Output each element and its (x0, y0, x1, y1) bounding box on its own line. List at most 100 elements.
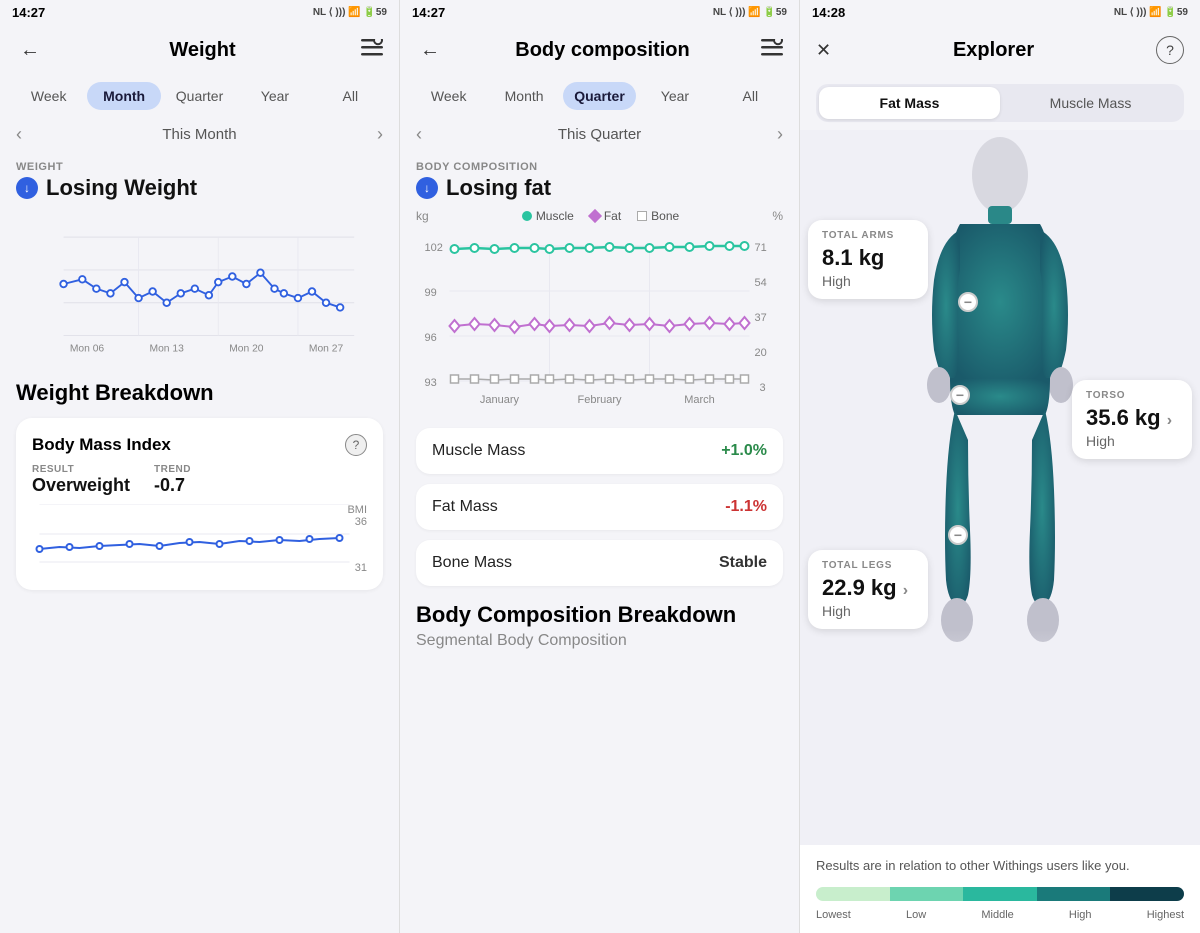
chart-legend: kg Muscle Fat Bone % (400, 209, 799, 231)
legend-muscle-label: Muscle (536, 209, 574, 223)
weight-breakdown: Weight Breakdown Body Mass Index ? RESUL… (0, 364, 399, 606)
body-comp-section-label: BODY COMPOSITION (400, 153, 799, 175)
arms-minus-dot: − (958, 292, 978, 312)
muscle-mass-label: Muscle Mass (432, 442, 525, 460)
legend-low: Low (906, 909, 926, 921)
page-title-1: Weight (56, 39, 349, 62)
weight-trend: ↓ Losing Weight (0, 175, 399, 209)
tab-year-1[interactable]: Year (238, 82, 311, 110)
torso-status: High (1086, 433, 1178, 449)
nav-next-1[interactable]: › (377, 124, 383, 145)
nav-label-1: This Month (162, 126, 236, 143)
period-tabs-1: Week Month Quarter Year All (0, 76, 399, 116)
svg-text:96: 96 (425, 332, 437, 344)
tab-all-2[interactable]: All (714, 82, 787, 110)
arms-card: TOTAL ARMS 8.1 kg High (808, 220, 928, 299)
bone-mass-value: Stable (719, 554, 767, 572)
weight-chart: Mon 06 Mon 13 Mon 20 Mon 27 (0, 209, 399, 364)
mass-items: Muscle Mass +1.0% Fat Mass -1.1% Bone Ma… (400, 428, 799, 586)
bmi-trend-value: -0.7 (154, 475, 191, 496)
svg-text:January: January (480, 394, 520, 406)
period-tabs-2: Week Month Quarter Year All (400, 76, 799, 116)
close-button[interactable]: ✕ (816, 40, 831, 61)
menu-button-2[interactable] (761, 39, 783, 62)
bmi-chart: BMI 36 31 (32, 504, 367, 574)
bone-legend-square (637, 211, 647, 221)
explorer-tabs: Fat Mass Muscle Mass (816, 84, 1184, 122)
nav-prev-2[interactable]: ‹ (416, 124, 422, 145)
trend-text-2: Losing fat (446, 175, 551, 201)
tab-year-2[interactable]: Year (638, 82, 711, 110)
scroll-area-2[interactable]: ‹ This Quarter › BODY COMPOSITION ↓ Losi… (400, 116, 799, 933)
bmi-card-header: Body Mass Index ? (32, 434, 367, 456)
segmental-label: Segmental Body Composition (416, 632, 783, 658)
bone-mass-label: Bone Mass (432, 554, 512, 572)
tab-quarter-2[interactable]: Quarter (563, 82, 636, 110)
back-button-2[interactable]: ← (416, 35, 444, 66)
comp-chart: 102 99 96 93 71 54 37 20 3 (400, 231, 799, 416)
status-icons-3: NL ⟨ ))) 📶 🔋59 (1114, 7, 1188, 18)
breakdown-title-1: Weight Breakdown (16, 380, 383, 406)
weight-panel: 14:27 NL ⟨ ))) 📶 🔋59 ← Weight Week Month… (0, 0, 400, 933)
svg-text:3: 3 (760, 382, 766, 394)
navigator-1: ‹ This Month › (0, 116, 399, 153)
page-title-3: Explorer (843, 39, 1144, 62)
tab-month-2[interactable]: Month (487, 82, 560, 110)
bmi-result-label: RESULT (32, 464, 130, 475)
status-icons-2: NL ⟨ ))) 📶 🔋59 (713, 7, 787, 18)
fat-mass-value: -1.1% (725, 498, 767, 516)
legs-value: 22.9 kg › (822, 575, 914, 601)
weight-section-label: WEIGHT (0, 153, 399, 175)
legs-card[interactable]: TOTAL LEGS 22.9 kg › High (808, 550, 928, 629)
tab-month-1[interactable]: Month (87, 82, 160, 110)
header-1: ← Weight (0, 24, 399, 76)
svg-text:Mon 27: Mon 27 (309, 344, 344, 355)
bone-mass-item: Bone Mass Stable (416, 540, 783, 586)
trend-text-1: Losing Weight (46, 175, 197, 201)
tab-muscle-mass[interactable]: Muscle Mass (1000, 87, 1181, 119)
bmi-help-button[interactable]: ? (345, 434, 367, 456)
body-composition-panel: 14:27 NL ⟨ ))) 📶 🔋59 ← Body composition … (400, 0, 800, 933)
svg-text:99: 99 (425, 287, 437, 299)
menu-button-1[interactable] (361, 39, 383, 62)
legend-bone: Bone (637, 209, 679, 223)
tab-quarter-1[interactable]: Quarter (163, 82, 236, 110)
svg-text:March: March (684, 394, 715, 406)
bmi-result-value: Overweight (32, 475, 130, 496)
help-button[interactable]: ? (1156, 36, 1184, 64)
menu-icon-2 (761, 39, 783, 57)
color-high (1037, 887, 1111, 901)
tab-week-2[interactable]: Week (412, 82, 485, 110)
nav-prev-1[interactable]: ‹ (16, 124, 22, 145)
svg-text:Mon 20: Mon 20 (229, 344, 264, 355)
scroll-area-1[interactable]: ‹ This Month › WEIGHT ↓ Losing Weight (0, 116, 399, 933)
tab-fat-mass[interactable]: Fat Mass (819, 87, 1000, 119)
weight-chart-svg: Mon 06 Mon 13 Mon 20 Mon 27 (16, 209, 383, 359)
color-highest (1110, 887, 1184, 901)
torso-minus-dot: − (950, 385, 970, 405)
comp-chart-svg: 102 99 96 93 71 54 37 20 3 (416, 231, 783, 411)
bmi-trend-label: TREND (154, 464, 191, 475)
bmi-title: Body Mass Index (32, 435, 171, 455)
bmi-unit: BMI (347, 504, 367, 516)
menu-icon-1 (361, 39, 383, 57)
legend-middle: Middle (981, 909, 1013, 921)
tab-week-1[interactable]: Week (12, 82, 85, 110)
torso-card[interactable]: TORSO 35.6 kg › High (1072, 380, 1192, 459)
tab-all-1[interactable]: All (314, 82, 387, 110)
status-time-2: 14:27 (412, 5, 445, 20)
nav-next-2[interactable]: › (777, 124, 783, 145)
svg-text:Mon 13: Mon 13 (150, 344, 185, 355)
header-3: ✕ Explorer ? (800, 24, 1200, 76)
legs-region: TOTAL LEGS (822, 560, 914, 571)
status-time-3: 14:28 (812, 5, 845, 20)
back-button-1[interactable]: ← (16, 35, 44, 66)
torso-region: TORSO (1086, 390, 1178, 401)
svg-text:20: 20 (755, 347, 767, 359)
fat-legend-diamond (588, 209, 602, 223)
status-time-1: 14:27 (12, 5, 45, 20)
status-icons-1: NL ⟨ ))) 📶 🔋59 (313, 7, 387, 18)
svg-text:February: February (577, 394, 622, 406)
body-comp-trend: ↓ Losing fat (400, 175, 799, 209)
body-model-area: TOTAL ARMS 8.1 kg High − TORSO 35.6 kg ›… (800, 130, 1200, 845)
